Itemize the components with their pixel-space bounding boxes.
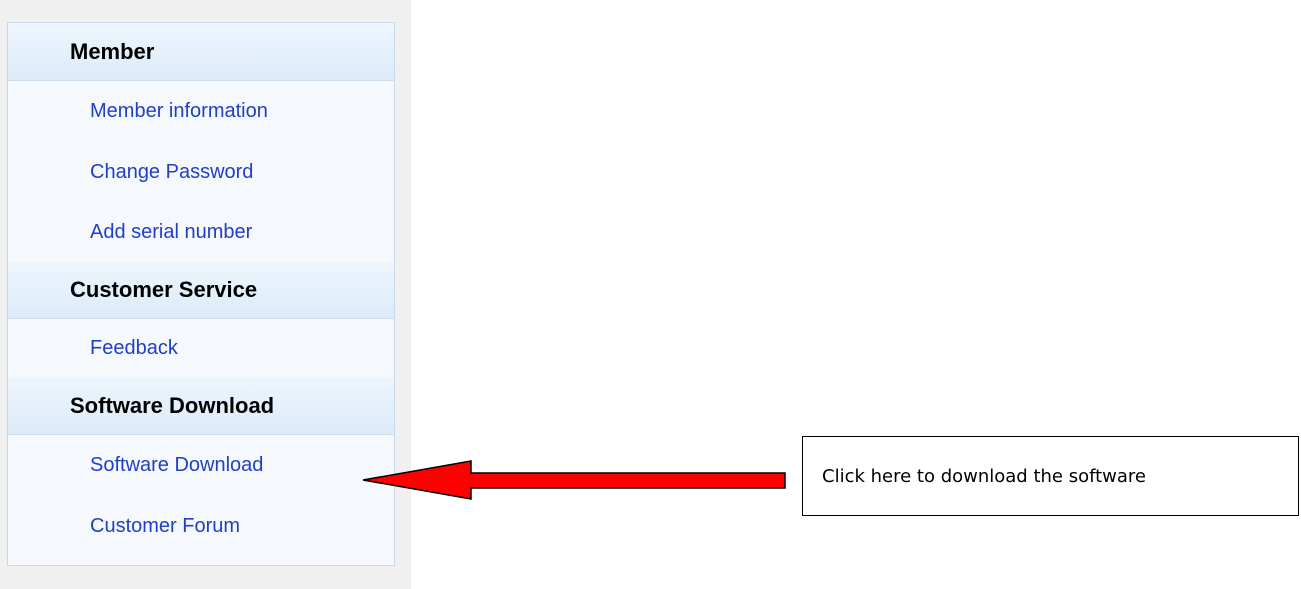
menu-item-software-download[interactable]: Software Download — [8, 435, 394, 496]
section-header-software-download: Software Download — [8, 377, 394, 435]
side-menu: Member Member information Change Passwor… — [7, 22, 395, 566]
menu-item-member-information[interactable]: Member information — [8, 81, 394, 142]
menu-item-change-password[interactable]: Change Password — [8, 142, 394, 203]
callout-text: Click here to download the software — [822, 465, 1147, 487]
menu-item-feedback[interactable]: Feedback — [8, 319, 394, 377]
section-header-customer-service: Customer Service — [8, 261, 394, 319]
menu-item-customer-forum[interactable]: Customer Forum — [8, 496, 394, 557]
annotation-callout: Click here to download the software — [802, 436, 1299, 516]
section-header-member: Member — [8, 23, 394, 81]
menu-item-add-serial-number[interactable]: Add serial number — [8, 203, 394, 261]
left-arrow-icon — [362, 460, 786, 500]
